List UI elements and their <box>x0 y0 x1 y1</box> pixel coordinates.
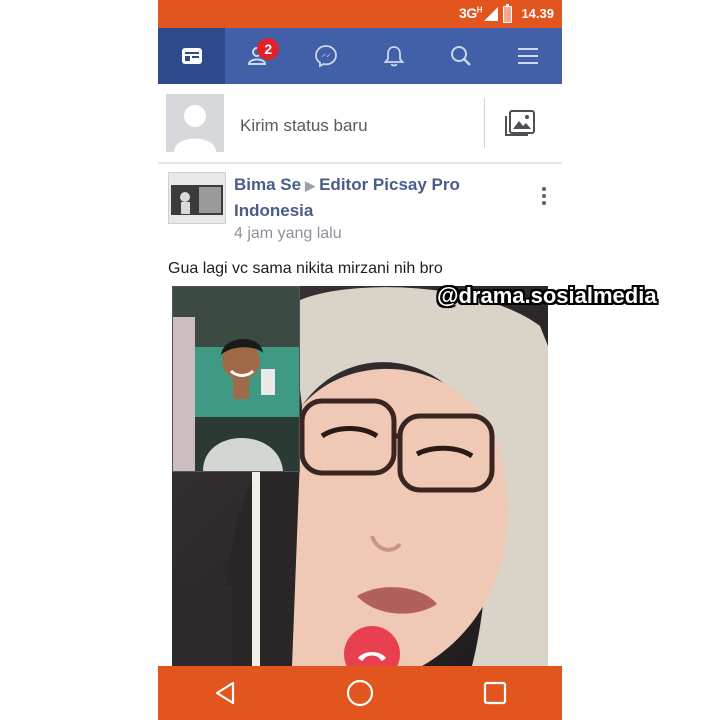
clock: 14.39 <box>521 6 554 21</box>
recents-button[interactable] <box>427 666 562 720</box>
android-navigation-bar <box>158 666 562 720</box>
author-photo-icon <box>169 173 225 223</box>
post-caption: Gua lagi vc sama nikita mirzani nih bro <box>168 260 443 277</box>
self-view-camera <box>172 286 300 472</box>
add-photo-icon[interactable] <box>504 108 538 138</box>
tab-messenger[interactable] <box>293 28 360 84</box>
tab-search[interactable] <box>427 28 494 84</box>
shared-to-arrow-icon: ▶ <box>305 178 316 193</box>
battery-icon <box>503 4 512 23</box>
post-header: Bima Se ▶ Editor Picsay Pro Indonesia <box>234 172 504 223</box>
hang-up-icon <box>358 652 386 661</box>
status-input[interactable]: Kirim status baru <box>240 116 368 136</box>
home-button[interactable] <box>293 666 428 720</box>
profile-avatar[interactable] <box>166 94 224 152</box>
messenger-icon <box>315 45 338 68</box>
tab-news-feed[interactable] <box>158 28 226 84</box>
tab-notifications[interactable] <box>360 28 427 84</box>
tab-menu[interactable] <box>495 28 562 84</box>
back-button[interactable] <box>158 666 293 720</box>
home-icon <box>346 679 374 707</box>
composer-divider <box>484 98 485 148</box>
post-photo[interactable] <box>172 286 548 666</box>
end-call-button[interactable] <box>344 626 400 666</box>
friend-request-badge: 2 <box>257 38 280 60</box>
tab-friend-requests[interactable]: 2 <box>225 28 292 84</box>
feed-post: Bima Se ▶ Editor Picsay Pro Indonesia 4 ja… <box>158 164 562 666</box>
phone-screen: 3GH 14.39 2 Kirim status baru Bima Se ▶ … <box>158 0 562 720</box>
default-avatar-icon <box>174 105 216 152</box>
author-name[interactable]: Bima Se <box>234 175 301 194</box>
self-view-photo <box>173 287 299 471</box>
bell-icon <box>383 46 405 67</box>
status-composer: Kirim status baru <box>158 84 562 164</box>
facebook-nav-bar: 2 <box>158 28 562 84</box>
author-avatar[interactable] <box>168 172 226 224</box>
search-icon <box>450 46 471 66</box>
watermark-text: @drama.sosialmedia <box>437 283 657 308</box>
post-timestamp[interactable]: 4 jam yang lalu <box>234 225 342 243</box>
post-options-icon[interactable] <box>536 184 552 208</box>
status-bar: 3GH 14.39 <box>158 0 562 28</box>
signal-icon <box>484 7 498 21</box>
network-indicator: 3GH <box>459 5 482 21</box>
recents-icon <box>483 681 506 705</box>
menu-icon <box>518 48 539 64</box>
back-icon <box>216 681 235 705</box>
news-feed-icon <box>181 48 202 64</box>
